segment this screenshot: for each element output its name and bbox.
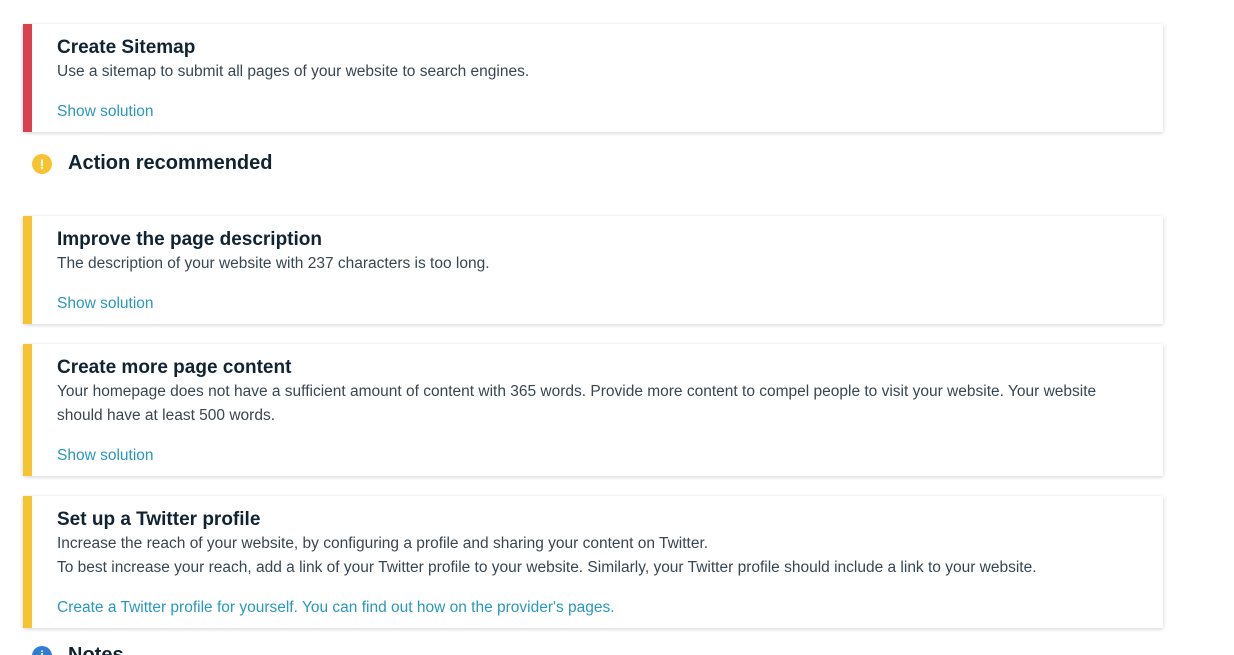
issue-card-create-sitemap: Create Sitemap Use a sitemap to submit a… [23,24,1163,132]
show-solution-link[interactable]: Show solution [57,100,154,124]
warning-accent-bar [23,496,32,628]
issue-title: Create Sitemap [57,37,196,58]
section-header-action-recommended: ! Action recommended [32,152,272,175]
show-solution-link[interactable]: Show solution [57,292,154,316]
exclamation-icon: ! [32,153,52,174]
critical-accent-bar [23,24,32,132]
issue-description: Use a sitemap to submit all pages of you… [57,63,530,80]
warning-accent-bar [23,216,32,324]
twitter-profile-link[interactable]: Create a Twitter profile for yourself. Y… [57,596,615,620]
info-icon: i [32,645,52,655]
show-solution-link[interactable]: Show solution [57,444,154,468]
issue-card-page-description: Improve the page description The descrip… [23,216,1163,324]
section-title: Notes [68,644,124,655]
issue-card-twitter-profile: Set up a Twitter profile Increase the re… [23,496,1163,628]
issue-description-line-2: To best increase your reach, add a link … [57,559,1037,576]
issue-description: Your homepage does not have a sufficient… [57,383,1097,424]
section-title: Action recommended [68,152,273,174]
issue-title: Set up a Twitter profile [57,509,261,530]
issue-title: Improve the page description [57,229,322,250]
seo-checklist-page: Create Sitemap Use a sitemap to submit a… [0,0,1234,655]
issue-card-page-content: Create more page content Your homepage d… [23,344,1163,476]
issue-description-line-1: Increase the reach of your website, by c… [57,535,709,552]
issue-title: Create more page content [57,357,292,378]
section-header-notes: i Notes [32,644,124,655]
warning-accent-bar [23,344,32,476]
issue-description: The description of your website with 237… [57,255,490,272]
